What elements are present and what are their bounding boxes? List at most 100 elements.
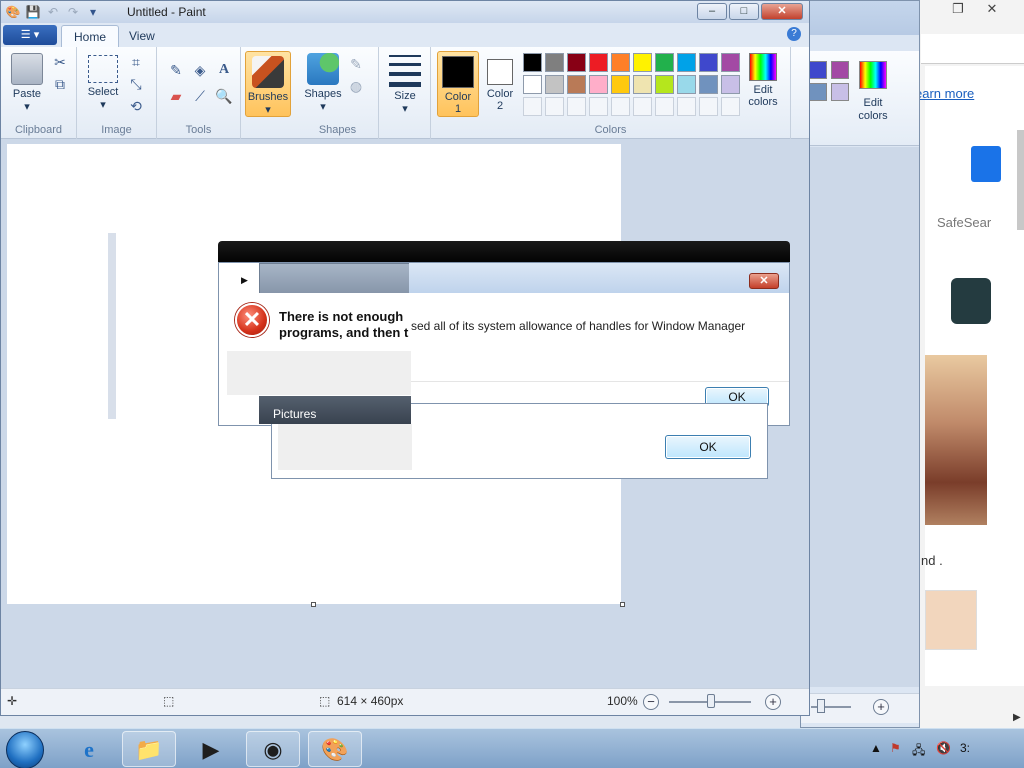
palette-swatch[interactable] <box>699 75 718 94</box>
chrome-icon[interactable]: ◉ <box>246 731 300 767</box>
paint2-swatch[interactable] <box>831 83 849 101</box>
pencil-icon[interactable]: ✎ <box>167 61 185 79</box>
cut-icon[interactable]: ✂ <box>51 53 69 71</box>
paint2-ribbon: Edit colors <box>801 51 919 146</box>
paint2-edit-colors-button[interactable]: Edit colors <box>853 97 893 123</box>
custom-color-slot[interactable] <box>523 97 542 116</box>
paint2-zoom-thumb[interactable] <box>817 699 825 713</box>
media-player-icon[interactable]: ▶ <box>184 731 238 767</box>
action-center-icon[interactable]: ⚑ <box>890 741 901 755</box>
rotate-icon[interactable]: ⟲ <box>127 97 145 115</box>
color-picker-icon[interactable]: ⟋ <box>191 87 209 105</box>
start-button[interactable] <box>6 731 44 768</box>
palette-swatch[interactable] <box>655 53 674 72</box>
paint2-swatch[interactable] <box>809 61 827 79</box>
learn-more-link[interactable]: earn more <box>915 86 974 101</box>
paint2-swatch[interactable] <box>831 61 849 79</box>
redo-icon[interactable]: ↷ <box>65 4 81 20</box>
custom-color-slot[interactable] <box>699 97 718 116</box>
paste-button[interactable]: Paste ▾ <box>7 53 47 113</box>
magnifier-icon[interactable]: 🔍 <box>215 87 233 105</box>
palette-swatch[interactable] <box>677 75 696 94</box>
palette-swatch[interactable] <box>721 75 740 94</box>
palette-swatch[interactable] <box>523 53 542 72</box>
zoom-in-icon[interactable]: + <box>765 694 781 710</box>
crop-icon[interactable]: ⌗ <box>127 53 145 71</box>
paint2-edit-colors-icon[interactable] <box>859 61 887 89</box>
zoom-out-icon[interactable]: − <box>643 694 659 710</box>
help-icon[interactable]: ? <box>787 27 801 41</box>
custom-color-slot[interactable] <box>567 97 586 116</box>
palette-swatch[interactable] <box>677 53 696 72</box>
save-icon[interactable]: 💾 <box>25 4 41 20</box>
maximize-button[interactable]: □ <box>729 3 759 20</box>
paint-taskbar-icon[interactable]: 🎨 <box>308 731 362 767</box>
artwork-image-2[interactable] <box>925 590 977 650</box>
palette-swatch[interactable] <box>545 75 564 94</box>
text-icon[interactable]: A <box>215 61 233 79</box>
custom-color-slot[interactable] <box>677 97 696 116</box>
palette-swatch[interactable] <box>699 53 718 72</box>
tab-home[interactable]: Home <box>61 25 120 47</box>
palette-swatch[interactable] <box>721 53 740 72</box>
close-button[interactable]: ✕ <box>761 3 803 20</box>
windows-explorer-icon[interactable]: 📁 <box>122 731 176 767</box>
edit-colors-button[interactable]: Edit colors <box>741 53 785 108</box>
error-dialog-close-button[interactable]: ✕ <box>749 273 779 289</box>
palette-swatch[interactable] <box>545 53 564 72</box>
palette-swatch[interactable] <box>567 53 586 72</box>
color1-button[interactable]: Color 1 <box>437 51 479 117</box>
shapes-button[interactable]: Shapes ▾ <box>301 53 345 113</box>
customize-dropdown-icon[interactable]: ▾ <box>85 4 101 20</box>
browser-scrollbar[interactable] <box>1017 130 1024 230</box>
outline-icon[interactable]: ✎ <box>347 55 365 73</box>
app-thumbnail[interactable] <box>951 278 991 324</box>
custom-color-slot[interactable] <box>633 97 652 116</box>
select-button[interactable]: Select ▾ <box>81 55 125 111</box>
minimize-button[interactable]: – <box>697 3 727 20</box>
palette-swatch[interactable] <box>611 53 630 72</box>
expand-arrow-icon[interactable]: ▶ <box>241 275 248 286</box>
eraser-icon[interactable]: ▰ <box>167 87 185 105</box>
custom-color-slot[interactable] <box>655 97 674 116</box>
show-hidden-icons-icon[interactable]: ▲ <box>870 741 882 755</box>
copy-icon[interactable]: ⧉ <box>51 75 69 93</box>
artwork-image[interactable] <box>925 355 987 525</box>
custom-color-slot[interactable] <box>721 97 740 116</box>
size-button[interactable]: Size ▾ <box>387 55 423 115</box>
palette-swatch[interactable] <box>655 75 674 94</box>
color2-button[interactable]: Color 2 <box>479 51 521 115</box>
volume-muted-icon[interactable]: 🔇 <box>936 741 951 755</box>
shape-fill-icon[interactable]: ◍ <box>347 77 365 95</box>
paint2-swatch[interactable] <box>809 83 827 101</box>
browser-blue-button[interactable] <box>971 146 1001 182</box>
custom-color-slot[interactable] <box>611 97 630 116</box>
custom-color-slot[interactable] <box>589 97 608 116</box>
brushes-button[interactable]: Brushes ▾ <box>245 51 291 117</box>
palette-swatch[interactable] <box>567 75 586 94</box>
palette-swatch[interactable] <box>589 75 608 94</box>
pictures-ok-button[interactable]: OK <box>665 435 751 459</box>
undo-icon[interactable]: ↶ <box>45 4 61 20</box>
palette-swatch[interactable] <box>611 75 630 94</box>
palette-swatch[interactable] <box>633 53 652 72</box>
internet-explorer-icon[interactable]: e <box>62 731 116 767</box>
file-menu-button[interactable]: ☰ ▾ <box>3 25 57 45</box>
browser-close-button[interactable]: ✕ <box>975 0 1009 18</box>
canvas-resize-handle-corner[interactable] <box>620 602 625 607</box>
zoom-slider-thumb[interactable] <box>707 694 715 708</box>
custom-color-slot[interactable] <box>545 97 564 116</box>
paint-app-icon[interactable]: 🎨 <box>5 4 21 20</box>
tab-view[interactable]: View <box>117 25 167 47</box>
network-icon[interactable]: 🖧 <box>912 741 925 762</box>
canvas-resize-handle-bottom[interactable] <box>311 602 316 607</box>
clock[interactable]: 3: <box>960 741 970 755</box>
scroll-right-icon[interactable]: ▶ <box>1013 712 1021 723</box>
palette-swatch[interactable] <box>523 75 542 94</box>
palette-swatch[interactable] <box>589 53 608 72</box>
paint2-zoom-in-icon[interactable]: + <box>873 699 889 715</box>
palette-swatch[interactable] <box>633 75 652 94</box>
resize-icon[interactable]: ⤡ <box>127 75 145 93</box>
browser-restore-button[interactable]: ❐ <box>941 0 975 18</box>
fill-icon[interactable]: ◈ <box>191 61 209 79</box>
